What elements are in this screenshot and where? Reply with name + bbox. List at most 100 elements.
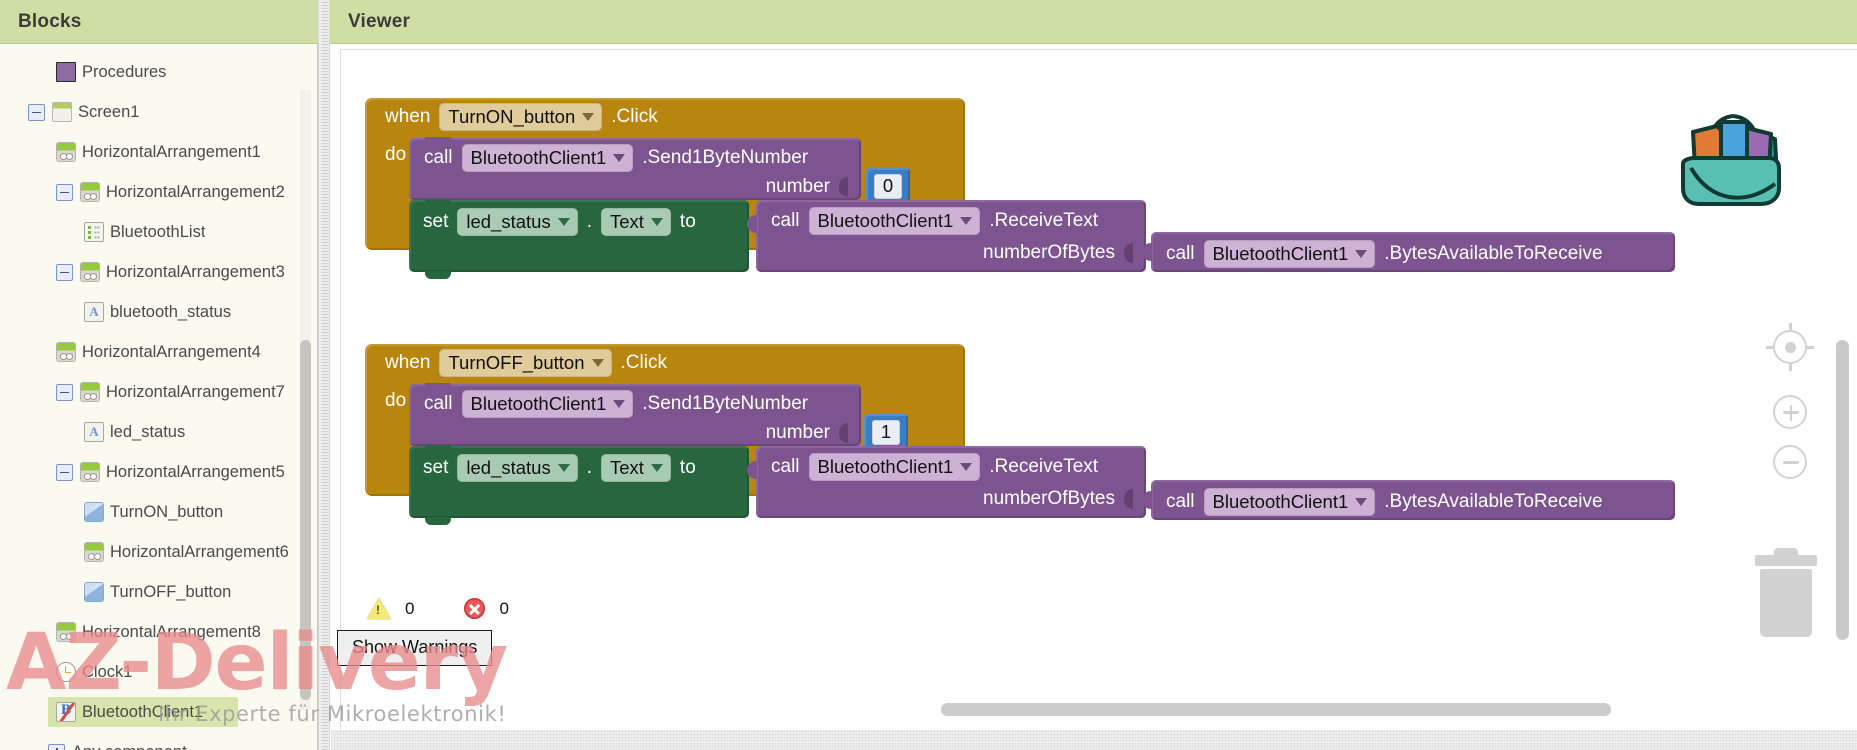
horizontal-arrangement-icon [56, 622, 76, 642]
tree-item-label: HorizontalArrangement2 [106, 182, 285, 201]
call-block-bytesavailable-off[interactable]: call BluetoothClient1 .BytesAvailableToR… [1142, 480, 1675, 520]
workspace-horizontal-scrollbar[interactable] [941, 703, 1611, 716]
tree-item-label: HorizontalArrangement5 [106, 462, 285, 481]
tree-item-turnon-button[interactable]: TurnON_button [0, 492, 317, 532]
collapse-icon[interactable] [56, 183, 73, 201]
blocks-panel-header: Blocks [0, 0, 318, 44]
component-dropdown-ledstatus-off[interactable]: led_status [457, 454, 578, 483]
collapse-icon[interactable] [56, 263, 73, 281]
set-block-ledstatus-on[interactable]: set led_status . Text to [409, 199, 749, 279]
procedures-icon [56, 62, 76, 82]
call-block-receivetext-on[interactable]: call BluetoothClient1 .ReceiveText numbe… [747, 200, 1146, 272]
property-dropdown-text-off[interactable]: Text [600, 454, 671, 483]
zoom-out-button[interactable] [1773, 445, 1807, 479]
component-dropdown-bt-bytes-off[interactable]: BluetoothClient1 [1203, 488, 1376, 517]
call-block-receivetext-off[interactable]: call BluetoothClient1 .ReceiveText numbe… [747, 446, 1146, 518]
tree-item-horizontalarrangement3[interactable]: HorizontalArrangement3 [0, 252, 317, 292]
label-icon: A [84, 422, 104, 442]
component-dropdown-ledstatus-on[interactable]: led_status [457, 208, 578, 237]
number-block-0[interactable]: 0 [866, 168, 910, 204]
splitter-grip[interactable] [322, 0, 328, 750]
tree-item-clock1[interactable]: Clock1 [0, 652, 317, 692]
tree-item-horizontalarrangement8[interactable]: HorizontalArrangement8 [0, 612, 317, 652]
label-icon: A [84, 302, 104, 322]
tree-item-horizontalarrangement2[interactable]: HorizontalArrangement2 [0, 172, 317, 212]
number-socket-row: number [766, 422, 848, 444]
call-block-send1bytenumber-on[interactable]: call BluetoothClient1 .Send1ByteNumber n… [409, 137, 861, 200]
tree-item-screen1[interactable]: Screen1 [0, 92, 317, 132]
component-dropdown-label: BluetoothClient1 [470, 147, 607, 168]
call-row: call BluetoothClient1 .BytesAvailableToR… [1166, 240, 1603, 269]
component-dropdown-bt-receive-on[interactable]: BluetoothClient1 [808, 207, 981, 236]
app-inventor-blocks-editor: Blocks Viewer Procedures Screen1 Horizonta… [0, 0, 1857, 750]
center-workspace-button[interactable] [1766, 323, 1814, 371]
component-tree: Procedures Screen1 HorizontalArrangement1 H… [0, 44, 317, 750]
component-dropdown-bt-receive-off[interactable]: BluetoothClient1 [808, 453, 981, 482]
tree-item-procedures[interactable]: Procedures [0, 52, 317, 92]
tree-item-label: HorizontalArrangement3 [106, 262, 285, 281]
method-name-label: .ReceiveText [989, 210, 1099, 232]
method-name-label: .BytesAvailableToReceive [1384, 243, 1603, 265]
component-dropdown-bt-bytes-on[interactable]: BluetoothClient1 [1203, 240, 1376, 269]
tree-item-bluetooth-status[interactable]: Abluetooth_status [0, 292, 317, 332]
set-block-ledstatus-off[interactable]: set led_status . Text to [409, 445, 749, 525]
panel-splitter[interactable] [318, 0, 330, 750]
bytes-socket-label: numberOfBytes [983, 488, 1115, 509]
block-notch-top [425, 137, 451, 144]
error-count: 0 [499, 598, 509, 618]
bytes-socket-row: numberOfBytes [983, 242, 1133, 264]
target-tick-left [1766, 346, 1775, 349]
component-dropdown-turnon[interactable]: TurnON_button [439, 102, 603, 132]
workspace-vertical-scrollbar[interactable] [1836, 340, 1849, 640]
tree-vertical-scrollbar[interactable] [300, 90, 311, 710]
call-block-send1bytenumber-off[interactable]: call BluetoothClient1 .Send1ByteNumber n… [409, 383, 861, 446]
tree-item-horizontalarrangement7[interactable]: HorizontalArrangement7 [0, 372, 317, 412]
do-label: do [385, 390, 407, 411]
target-tick-bottom [1789, 362, 1792, 371]
event-name-label: .Click [611, 106, 658, 127]
collapse-icon[interactable] [56, 463, 73, 481]
collapse-icon[interactable] [28, 103, 45, 121]
chevron-down-icon [1355, 497, 1368, 506]
value-socket [839, 177, 848, 197]
tree-item-horizontalarrangement1[interactable]: HorizontalArrangement1 [0, 132, 317, 172]
tree-scrollbar-thumb[interactable] [300, 340, 311, 700]
number-value[interactable]: 1 [871, 419, 901, 445]
call-block-bytesavailable-on[interactable]: call BluetoothClient1 .BytesAvailableToR… [1142, 232, 1675, 272]
tree-item-label: Procedures [82, 62, 167, 81]
bluetooth-client-icon [56, 702, 76, 722]
tree-item-horizontalarrangement6[interactable]: HorizontalArrangement6 [0, 532, 317, 572]
component-dropdown-bt-send-on[interactable]: BluetoothClient1 [461, 144, 634, 173]
horizontal-arrangement-icon [80, 462, 100, 482]
tree-item-horizontalarrangement4[interactable]: HorizontalArrangement4 [0, 332, 317, 372]
number-value[interactable]: 0 [873, 173, 903, 199]
when-label: when [385, 352, 431, 373]
event-block-header: when TurnOFF_button .Click [365, 344, 965, 382]
chevron-down-icon [1355, 249, 1368, 258]
number-block-1[interactable]: 1 [864, 414, 908, 450]
backpack-icon[interactable] [1671, 106, 1795, 215]
horizontal-arrangement-icon [80, 262, 100, 282]
tree-item-horizontalarrangement5[interactable]: HorizontalArrangement5 [0, 452, 317, 492]
property-dropdown-text-on[interactable]: Text [600, 208, 671, 237]
value-socket [839, 423, 848, 443]
component-dropdown-bt-send-off[interactable]: BluetoothClient1 [461, 390, 634, 419]
tree-item-led-status[interactable]: Aled_status [0, 412, 317, 452]
expand-icon[interactable] [48, 743, 65, 750]
tree-item-turnoff-button[interactable]: TurnOFF_button [0, 572, 317, 612]
chevron-down-icon [613, 153, 626, 162]
tree-item-bluetoothlist[interactable]: BluetoothList [0, 212, 317, 252]
chevron-down-icon [650, 217, 663, 226]
collapse-icon[interactable] [56, 383, 73, 401]
blockly-workspace[interactable]: when TurnON_button .Click do call Blueto… [337, 49, 1857, 750]
set-label: set [423, 457, 449, 479]
tree-item-label: TurnOFF_button [110, 582, 232, 601]
trash-can[interactable] [1755, 548, 1817, 637]
tree-item-label: Screen1 [78, 102, 140, 121]
tree-item-bluetoothclient1[interactable]: BluetoothClient1 [0, 692, 317, 732]
zoom-in-button[interactable] [1773, 395, 1807, 429]
show-warnings-button[interactable]: Show Warnings [337, 630, 493, 666]
component-dropdown-turnoff[interactable]: TurnOFF_button [439, 348, 612, 378]
tree-item-label: BluetoothClient1 [82, 702, 204, 721]
tree-item-any-component[interactable]: Any component [0, 732, 317, 750]
